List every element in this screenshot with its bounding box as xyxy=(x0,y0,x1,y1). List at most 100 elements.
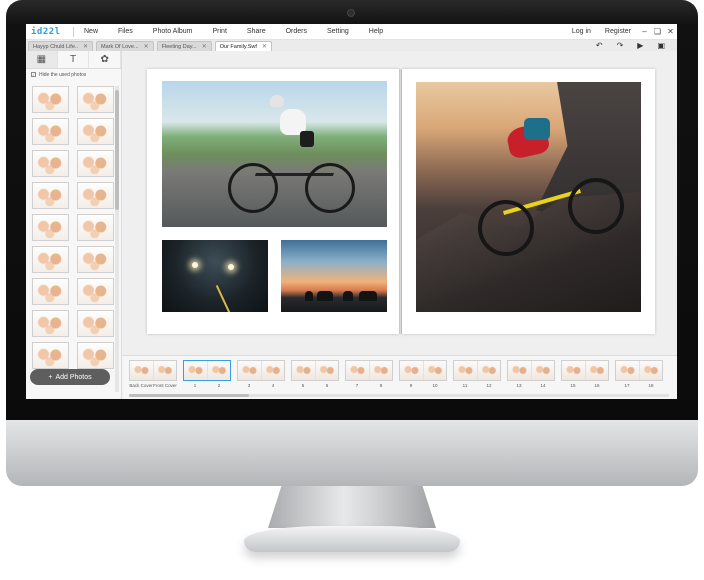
register-link[interactable]: Register xyxy=(598,28,638,35)
page-label: 9 xyxy=(409,383,413,388)
photo-thumbnail[interactable] xyxy=(77,182,114,209)
photo-thumbnail[interactable] xyxy=(77,342,114,369)
photo-thumbnail[interactable] xyxy=(32,246,69,273)
page-half xyxy=(153,361,176,380)
page-thumbnail[interactable] xyxy=(615,360,663,381)
page-thumbnail[interactable] xyxy=(561,360,609,381)
tab-document[interactable]: Hayyp Chuld Life.. ✕ xyxy=(28,41,93,51)
decoration-icon[interactable]: ✿ xyxy=(89,51,122,68)
page-thumbnail[interactable] xyxy=(507,360,555,381)
photo-detail xyxy=(478,200,534,256)
photo-detail xyxy=(317,291,333,301)
tab-close-icon[interactable]: ✕ xyxy=(262,43,267,50)
page-strip-scrollbar[interactable] xyxy=(129,394,669,397)
page-label: 5 xyxy=(301,383,305,388)
page-label: 1 xyxy=(193,383,197,388)
tab-label: Fleeting Day... xyxy=(161,43,197,50)
photo-sunset-riders[interactable] xyxy=(281,240,387,312)
album-page-right[interactable] xyxy=(402,69,655,334)
page-half xyxy=(639,361,662,380)
add-photos-label: Add Photos xyxy=(55,373,92,381)
save-icon[interactable]: ▣ xyxy=(657,41,665,50)
tab-label: Our Family.Swf xyxy=(219,43,257,50)
photo-thumbnail[interactable] xyxy=(77,86,114,113)
photo-thumbnail[interactable] xyxy=(32,118,69,145)
app-logo: id22l xyxy=(26,26,74,37)
page-half xyxy=(585,361,608,380)
page-thumbnail[interactable] xyxy=(237,360,285,381)
album-page-left[interactable] xyxy=(147,69,399,334)
photo-thumbnail[interactable] xyxy=(32,214,69,241)
photo-thumbnail[interactable] xyxy=(32,86,69,113)
page-label: 3 xyxy=(247,383,251,388)
page-label: 11 xyxy=(462,383,468,388)
play-icon[interactable]: ▶ xyxy=(637,41,643,50)
photo-sidebar: ▦ T ✿ ✓ Hide the used photos + Add Photo… xyxy=(26,51,122,399)
tab-close-icon[interactable]: ✕ xyxy=(83,43,88,50)
menu-share[interactable]: Share xyxy=(237,28,276,35)
photo-road-cyclist[interactable] xyxy=(162,81,387,227)
page-thumbnail-cover[interactable] xyxy=(129,360,177,381)
photo-thumbnail[interactable] xyxy=(32,310,69,337)
webcam-icon xyxy=(347,9,355,17)
photo-thumbnail[interactable] xyxy=(32,150,69,177)
hide-used-label: Hide the used photos xyxy=(39,71,87,78)
minimize-icon[interactable]: – xyxy=(638,27,651,36)
photo-thumbnail[interactable] xyxy=(77,278,114,305)
tab-document[interactable]: Fleeting Day... ✕ xyxy=(156,41,212,51)
page-half xyxy=(261,361,284,380)
photo-thumbnail[interactable] xyxy=(77,214,114,241)
photo-detail xyxy=(305,291,313,301)
menu-new[interactable]: New xyxy=(74,28,108,35)
page-strip-scroll-thumb[interactable] xyxy=(129,394,249,397)
sidebar-scrollbar[interactable] xyxy=(115,86,119,392)
menu-setting[interactable]: Setting xyxy=(317,28,359,35)
tab-close-icon[interactable]: ✕ xyxy=(202,43,207,50)
tab-document[interactable]: Mark Of Love... ✕ xyxy=(95,41,154,51)
page-thumbnail[interactable] xyxy=(453,360,501,381)
tab-document-active[interactable]: Our Family.Swf ✕ xyxy=(214,41,272,51)
add-photos-button[interactable]: + Add Photos xyxy=(30,369,110,385)
page-thumbnail-selected[interactable] xyxy=(183,360,231,381)
close-icon[interactable]: ✕ xyxy=(664,27,677,36)
page-label: 12 xyxy=(486,383,492,388)
image-icon[interactable]: ▦ xyxy=(26,51,58,68)
text-icon[interactable]: T xyxy=(58,51,90,68)
login-link[interactable]: Log in xyxy=(565,28,598,35)
redo-icon[interactable]: ↷ xyxy=(617,41,624,50)
restore-icon[interactable]: ❏ xyxy=(651,27,664,36)
menu-files[interactable]: Files xyxy=(108,28,143,35)
sidebar-scroll-thumb[interactable] xyxy=(115,90,119,210)
sidebar-tabs: ▦ T ✿ xyxy=(26,51,122,69)
menu-help[interactable]: Help xyxy=(359,28,393,35)
photo-detail xyxy=(568,178,624,234)
page-thumbnail[interactable] xyxy=(291,360,339,381)
photo-night-riders[interactable] xyxy=(162,240,268,312)
photo-thumbnail[interactable] xyxy=(77,150,114,177)
tab-close-icon[interactable]: ✕ xyxy=(144,43,149,50)
menu-photo-album[interactable]: Photo Album xyxy=(143,28,203,35)
photo-detail xyxy=(359,291,377,301)
undo-icon[interactable]: ↶ xyxy=(596,41,603,50)
page-label: 17 xyxy=(624,383,630,388)
hide-used-toggle[interactable]: ✓ Hide the used photos xyxy=(26,69,121,80)
photo-mountain-biker[interactable] xyxy=(416,82,641,312)
photo-thumbnail[interactable] xyxy=(32,182,69,209)
photo-thumbnail[interactable] xyxy=(77,246,114,273)
photo-thumbnail[interactable] xyxy=(32,342,69,369)
page-label: Back Cover xyxy=(129,383,153,388)
monitor-chin xyxy=(6,420,698,486)
page-label: 16 xyxy=(594,383,600,388)
photo-thumbnail[interactable] xyxy=(77,310,114,337)
page-thumbnail[interactable] xyxy=(399,360,447,381)
page-half xyxy=(292,361,316,380)
page-thumbnail[interactable] xyxy=(345,360,393,381)
menu-orders[interactable]: Orders xyxy=(276,28,317,35)
page-half xyxy=(130,361,154,380)
checkbox-icon[interactable]: ✓ xyxy=(31,72,36,77)
page-half xyxy=(477,361,500,380)
photo-thumbnail[interactable] xyxy=(32,278,69,305)
photo-thumbnail[interactable] xyxy=(77,118,114,145)
menu-print[interactable]: Print xyxy=(203,28,237,35)
page-half xyxy=(315,361,338,380)
